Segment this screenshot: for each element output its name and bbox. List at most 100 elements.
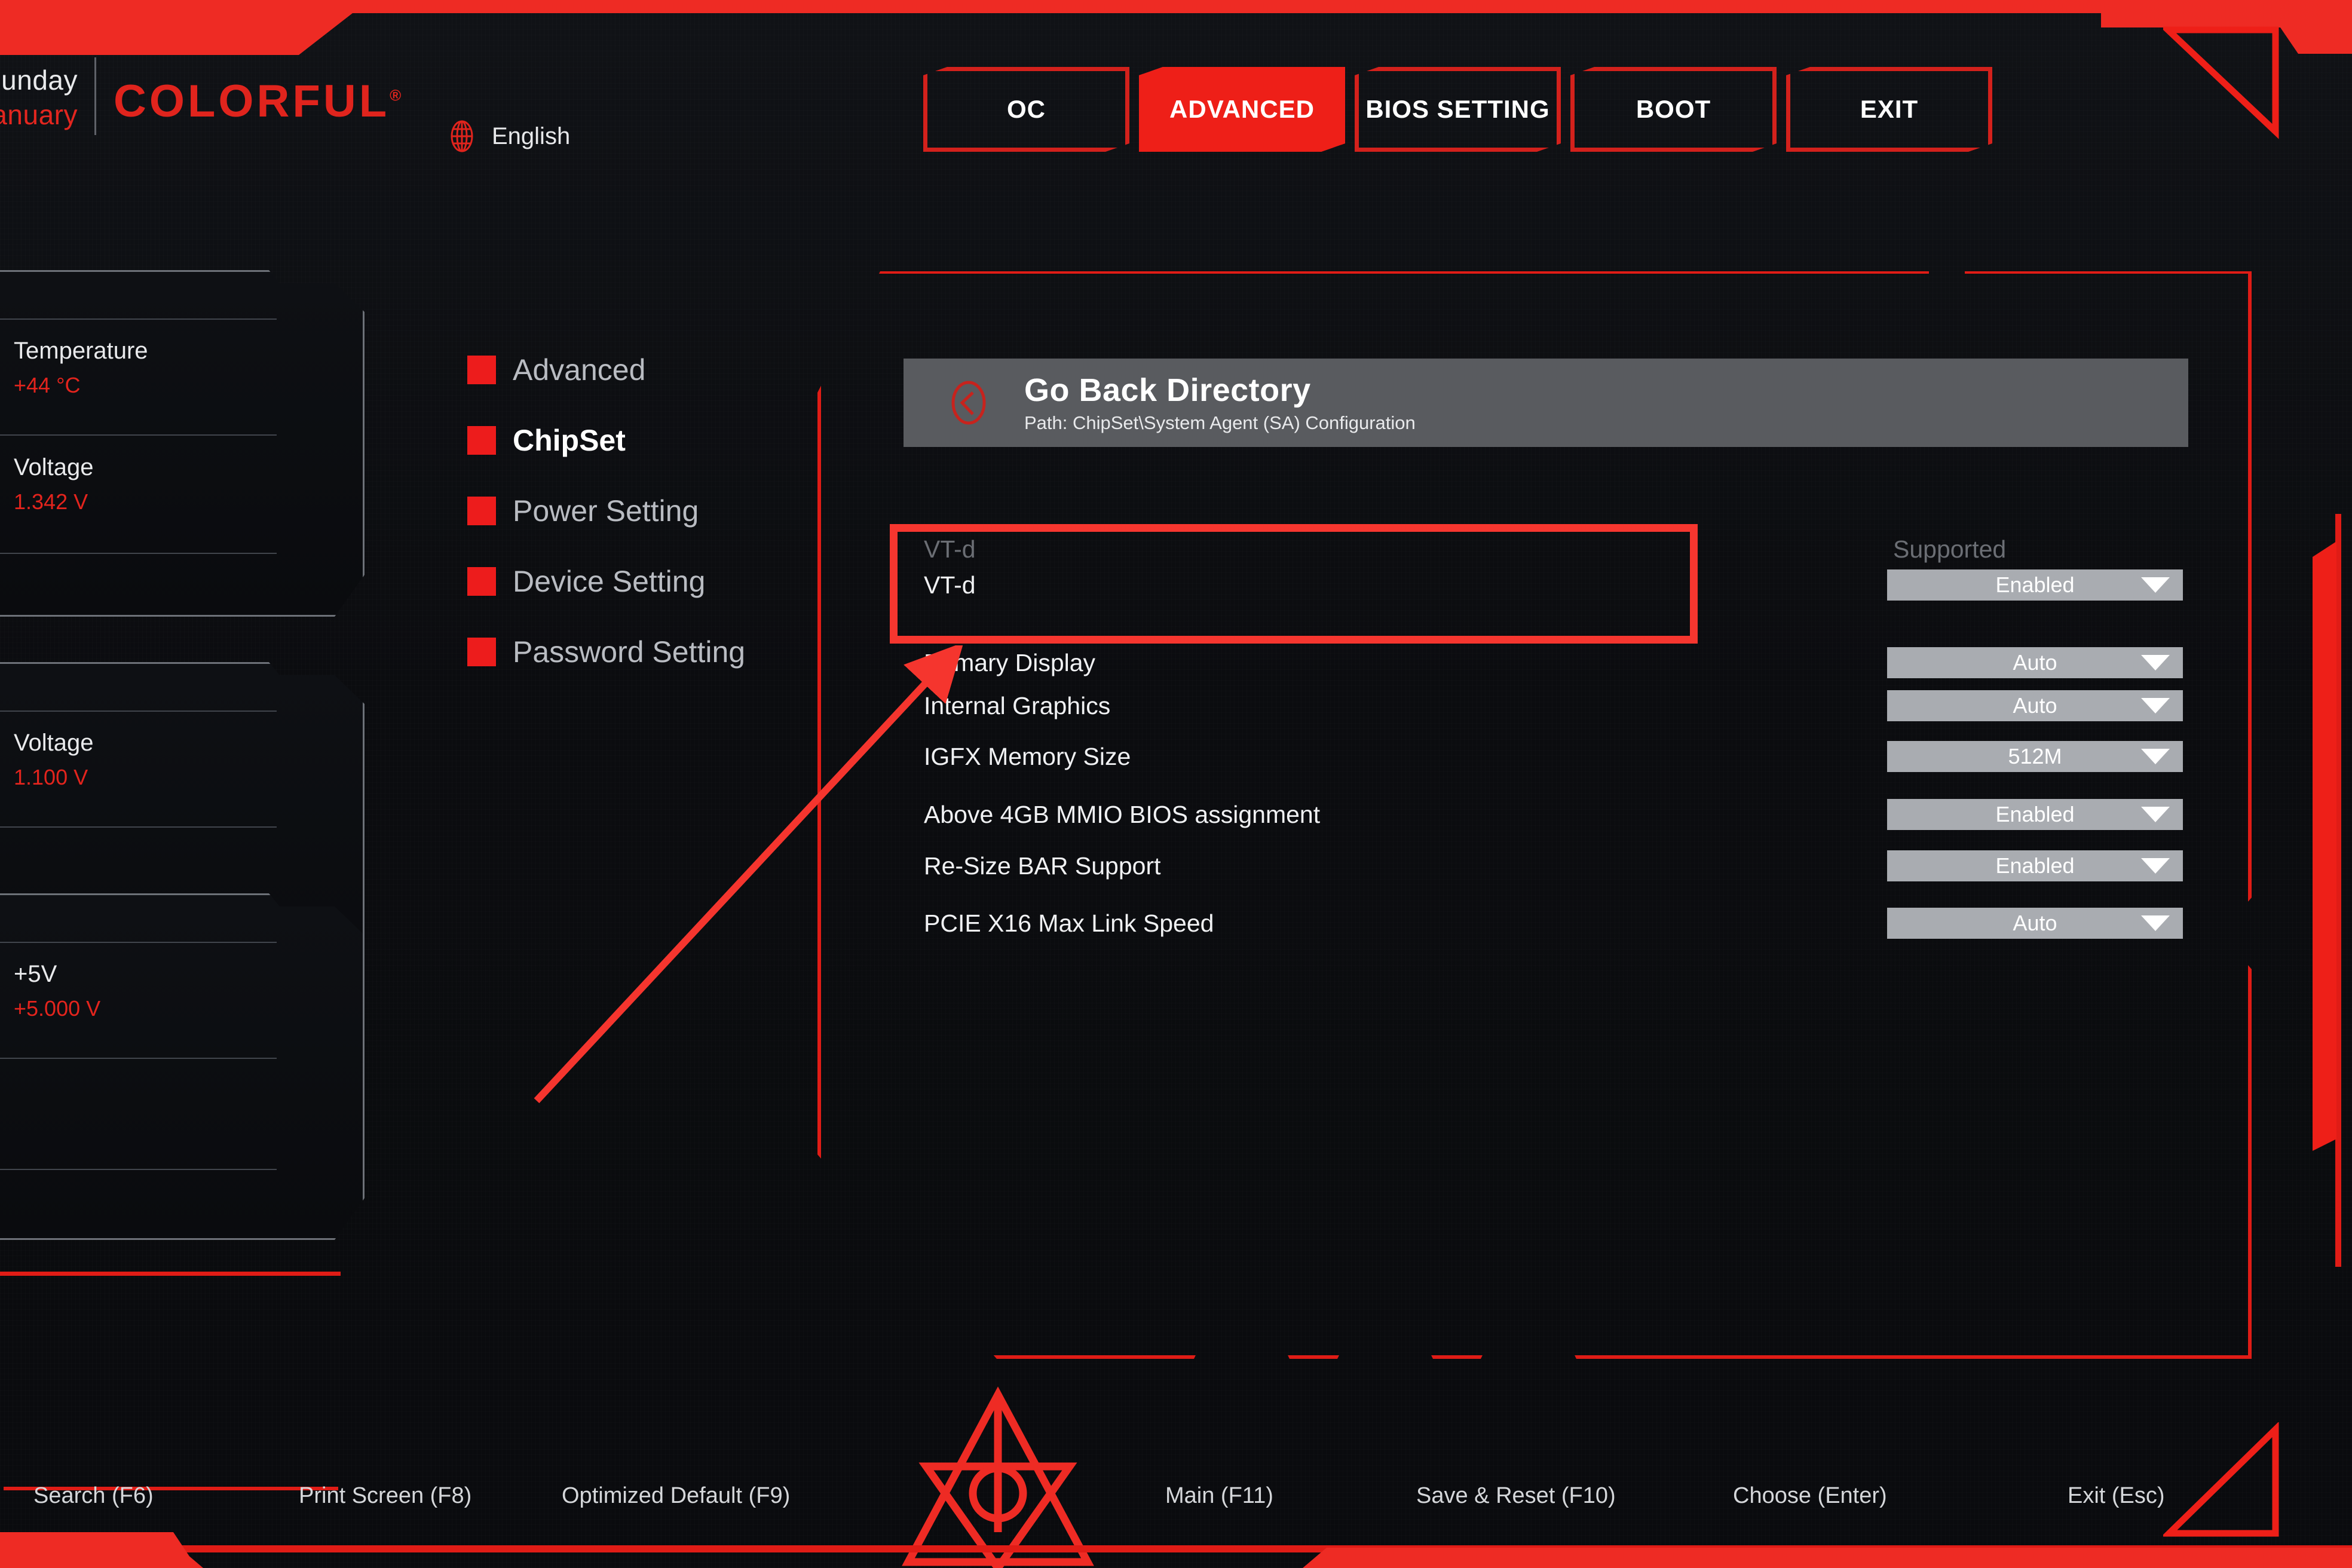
key-hint-choose[interactable]: Choose (Enter) xyxy=(1733,1483,1887,1509)
setting-row-igfx-memory-size[interactable]: IGFX Memory Size 512M xyxy=(817,740,2252,773)
setting-row-vtd[interactable]: VT-d Enabled xyxy=(817,569,2252,601)
colorful-star-logo-icon xyxy=(902,1386,1094,1568)
tab-advanced[interactable]: ADVANCED xyxy=(1139,67,1345,152)
settings-panel: Go Back Directory Path: ChipSet\System A… xyxy=(817,270,2252,1359)
chevron-down-icon xyxy=(2141,749,2170,764)
tab-boot[interactable]: BOOT xyxy=(1570,67,1777,152)
sensor-value: 1.100 V xyxy=(14,765,88,789)
chevron-down-icon xyxy=(2141,655,2170,670)
bullet-square-icon xyxy=(467,426,496,455)
sensor-panel-voltage: +5V +5.000 V xyxy=(0,893,365,1240)
setting-dropdown-above-4gb-mmio[interactable]: Enabled xyxy=(1887,799,2183,830)
setting-dropdown-resize-bar[interactable]: Enabled xyxy=(1887,850,2183,881)
setting-row-pcie-x16-max-link-speed[interactable]: PCIE X16 Max Link Speed Auto xyxy=(817,907,2252,939)
back-chevron-circle-icon xyxy=(951,381,986,425)
key-hint-save-reset[interactable]: Save & Reset (F10) xyxy=(1416,1483,1616,1509)
bullet-square-icon xyxy=(467,638,496,666)
sensor-value: +5.000 V xyxy=(14,996,101,1021)
panel-content: Go Back Directory Path: ChipSet\System A… xyxy=(817,270,2252,1359)
tab-label: BOOT xyxy=(1636,95,1711,123)
bullet-square-icon xyxy=(467,356,496,384)
date-block: Sunday January xyxy=(0,63,78,132)
setting-dropdown-igfx-memory-size[interactable]: 512M xyxy=(1887,741,2183,772)
annotation-arrow-icon xyxy=(534,645,964,1104)
key-hint-main[interactable]: Main (F11) xyxy=(1165,1483,1273,1509)
setting-dropdown-primary-display[interactable]: Auto xyxy=(1887,647,2183,678)
go-back-path: Path: ChipSet\System Agent (SA) Configur… xyxy=(1024,412,1416,433)
chevron-down-icon xyxy=(2141,858,2170,874)
setting-label: Above 4GB MMIO BIOS assignment xyxy=(924,800,1321,828)
setting-label: VT-d xyxy=(924,571,976,599)
brand-registered-mark: ® xyxy=(390,86,405,105)
date-day: Sunday xyxy=(0,65,78,96)
setting-row-resize-bar[interactable]: Re-Size BAR Support Enabled xyxy=(817,850,2252,882)
setting-label: VT-d xyxy=(924,535,976,563)
globe-icon xyxy=(451,120,473,152)
bottom-status-bar: Search (F6) Print Screen (F8) Optimized … xyxy=(0,1386,2352,1568)
sensor-panel-cpu: Temperature +44 °C Voltage 1.342 V xyxy=(0,270,365,617)
header-divider xyxy=(94,57,96,135)
sensor-label: +5V xyxy=(14,961,57,987)
dropdown-value: Enabled xyxy=(1995,802,2075,826)
sidebar-item-advanced[interactable]: Advanced xyxy=(467,335,745,405)
brand-text: COLORFUL xyxy=(114,76,390,127)
tab-label: BIOS SETTING xyxy=(1365,95,1550,123)
tab-bios-setting[interactable]: BIOS SETTING xyxy=(1355,67,1561,152)
sidebar-item-label: Power Setting xyxy=(513,494,699,528)
tab-exit[interactable]: EXIT xyxy=(1786,67,1992,152)
sidebar-item-power-setting[interactable]: Power Setting xyxy=(467,476,745,546)
sensor-label: Voltage xyxy=(14,454,94,480)
language-label: English xyxy=(492,122,571,149)
sidebar-item-chipset[interactable]: ChipSet xyxy=(467,405,745,476)
chevron-down-icon xyxy=(2141,807,2170,822)
corner-triangle-top-right-icon xyxy=(2163,26,2279,139)
sidebar-item-label: Device Setting xyxy=(513,565,706,598)
bullet-square-icon xyxy=(467,497,496,525)
sensor-value: 1.342 V xyxy=(14,489,88,514)
setting-dropdown-vtd[interactable]: Enabled xyxy=(1887,569,2183,601)
go-back-title: Go Back Directory xyxy=(1024,372,1311,408)
sidebar-item-label: ChipSet xyxy=(513,424,626,457)
chevron-down-icon xyxy=(2141,915,2170,931)
go-back-directory-bar[interactable]: Go Back Directory Path: ChipSet\System A… xyxy=(904,359,2188,447)
dropdown-value: Enabled xyxy=(1995,853,2075,878)
setting-value-static: Supported xyxy=(1893,535,2007,563)
dropdown-value: Enabled xyxy=(1995,572,2075,597)
main-nav-tabs: OC ADVANCED BIOS SETTING BOOT EXIT xyxy=(923,67,1992,152)
chevron-down-icon xyxy=(2141,577,2170,593)
key-hint-print-screen[interactable]: Print Screen (F8) xyxy=(299,1483,471,1509)
sensor-label: Temperature xyxy=(14,338,148,364)
date-month: January xyxy=(0,99,78,130)
dropdown-value: Auto xyxy=(2013,693,2057,718)
brand-logo: COLORFUL® xyxy=(114,75,404,127)
key-hint-exit[interactable]: Exit (Esc) xyxy=(2068,1483,2165,1509)
language-selector[interactable]: English xyxy=(445,120,570,153)
dropdown-value: 512M xyxy=(2008,744,2062,768)
setting-row-primary-display[interactable]: Primary Display Auto xyxy=(817,647,2252,679)
bios-screen: Sunday January COLORFUL® English OC ADVA… xyxy=(0,0,2352,1568)
setting-dropdown-internal-graphics[interactable]: Auto xyxy=(1887,690,2183,721)
setting-row-vtd-supported: VT-d Supported xyxy=(817,533,2252,565)
scrollbar-thumb[interactable] xyxy=(2313,541,2336,1151)
dropdown-value: Auto xyxy=(2013,911,2057,935)
setting-row-internal-graphics[interactable]: Internal Graphics Auto xyxy=(817,690,2252,722)
chevron-down-icon xyxy=(2141,698,2170,713)
key-hint-optimized-default[interactable]: Optimized Default (F9) xyxy=(562,1483,790,1509)
bullet-square-icon xyxy=(467,567,496,596)
left-accent-line xyxy=(0,1272,341,1276)
sensor-value: +44 °C xyxy=(14,373,81,397)
tab-label: EXIT xyxy=(1860,95,1919,123)
function-key-hints: Search (F6) Print Screen (F8) Optimized … xyxy=(0,1483,2352,1525)
setting-dropdown-pcie-x16-max-link-speed[interactable]: Auto xyxy=(1887,908,2183,939)
key-hint-search[interactable]: Search (F6) xyxy=(33,1483,154,1509)
tab-label: ADVANCED xyxy=(1169,95,1315,123)
sensor-label: Voltage xyxy=(14,730,94,756)
sidebar-item-device-setting[interactable]: Device Setting xyxy=(467,546,745,617)
tab-label: OC xyxy=(1007,95,1046,123)
sidebar-menu: Advanced ChipSet Power Setting Device Se… xyxy=(467,335,745,687)
go-back-texts: Go Back Directory Path: ChipSet\System A… xyxy=(1024,372,1416,434)
tab-oc[interactable]: OC xyxy=(923,67,1129,152)
setting-row-above-4gb-mmio[interactable]: Above 4GB MMIO BIOS assignment Enabled xyxy=(817,798,2252,831)
dropdown-value: Auto xyxy=(2013,650,2057,675)
bottom-left-red-wedge xyxy=(0,1532,197,1568)
